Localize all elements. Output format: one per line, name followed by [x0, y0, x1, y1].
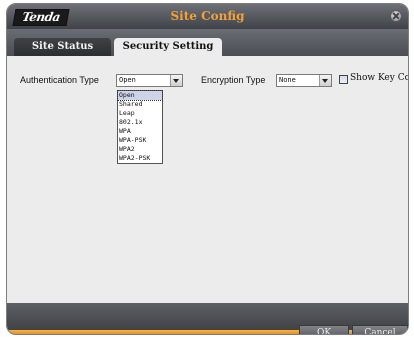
tab-bar: Site Status Security Setting — [7, 29, 408, 56]
dropdown-option-wpa2-psk[interactable]: WPA2-PSK — [118, 154, 162, 163]
authentication-type-value: Open — [119, 76, 136, 84]
dropdown-option-802-1x[interactable]: 802.1x — [118, 118, 162, 127]
title-bar[interactable]: Tenda Site Config — [7, 4, 408, 29]
encryption-type-select[interactable]: None — [276, 74, 332, 87]
show-key-content-label[interactable]: Show Key Content — [350, 73, 408, 83]
security-settings-panel: Authentication Type Open Open Shared Lea… — [7, 56, 408, 303]
dropdown-option-wpa2[interactable]: WPA2 — [118, 145, 162, 154]
footer-bar: OK Cancel — [7, 303, 408, 334]
dropdown-option-shared[interactable]: Shared — [118, 100, 162, 109]
authentication-type-dropdown[interactable]: Open Shared Leap 802.1x WPA WPA-PSK WPA2… — [117, 90, 163, 164]
encryption-type-label: Encryption Type — [201, 75, 266, 85]
dropdown-option-open[interactable]: Open — [117, 90, 163, 101]
ok-button[interactable]: OK — [299, 325, 349, 334]
tab-site-status[interactable]: Site Status — [14, 38, 111, 56]
tab-security-setting[interactable]: Security Setting — [114, 38, 222, 56]
authentication-type-label: Authentication Type — [20, 75, 99, 85]
dropdown-option-wpa-psk[interactable]: WPA-PSK — [118, 136, 162, 145]
encryption-type-value: None — [279, 76, 296, 84]
window-title: Site Config — [170, 9, 245, 23]
site-config-window: Tenda Site Config Site Status Security S… — [6, 3, 409, 335]
dropdown-option-leap[interactable]: Leap — [118, 109, 162, 118]
cancel-button[interactable]: Cancel — [352, 325, 408, 334]
dropdown-option-wpa[interactable]: WPA — [118, 127, 162, 136]
authentication-type-select[interactable]: Open — [116, 74, 183, 87]
chevron-down-icon[interactable] — [170, 75, 182, 86]
show-key-content-checkbox[interactable] — [339, 75, 348, 84]
chevron-down-icon[interactable] — [319, 75, 331, 86]
close-icon[interactable] — [390, 10, 402, 22]
